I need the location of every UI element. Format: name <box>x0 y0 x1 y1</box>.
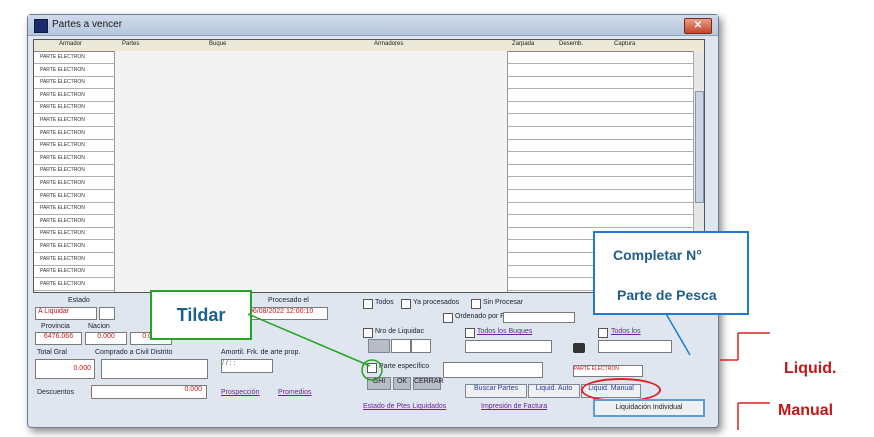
liquid-callout: Liquid. <box>784 360 837 377</box>
manual-callout: Manual <box>778 402 834 419</box>
completar-callout: Completar N° Parte de Pesca <box>593 231 749 315</box>
completar-line1: Completar N° <box>613 247 702 263</box>
callout-lines <box>247 311 770 430</box>
completar-line2: Parte de Pesca <box>617 287 717 303</box>
